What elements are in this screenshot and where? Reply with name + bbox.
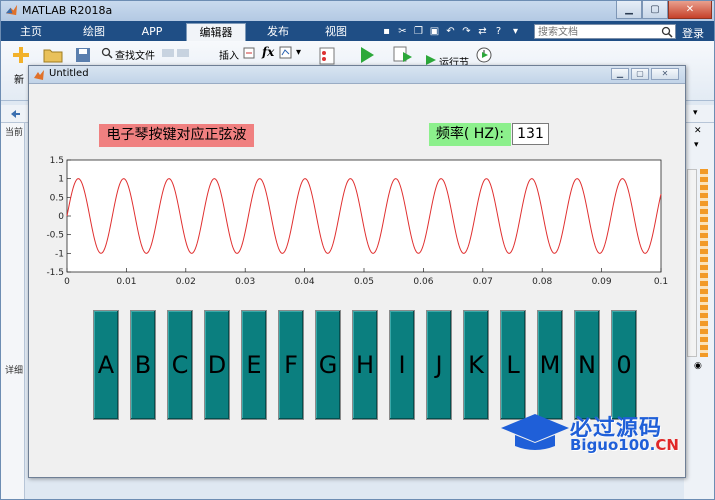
login-link[interactable]: 登录 <box>682 25 704 41</box>
y-tick-label: 1.5 <box>50 156 64 166</box>
x-tick-label: 0.04 <box>295 277 315 287</box>
watermark-url-cn: CN <box>655 436 679 454</box>
key-button-k[interactable]: K <box>463 310 489 420</box>
fx-icon[interactable]: fx <box>262 45 274 59</box>
open-folder-icon[interactable] <box>43 47 63 63</box>
tab-publish[interactable]: 发布 <box>253 23 303 41</box>
redo-quick-icon[interactable]: ↷ <box>459 24 474 38</box>
graduation-cap-icon <box>501 414 569 442</box>
x-tick-label: 0.09 <box>592 277 612 287</box>
run-advance-icon[interactable] <box>393 46 413 64</box>
key-button-e[interactable]: E <box>241 310 267 420</box>
key-button-j[interactable]: J <box>426 310 452 420</box>
run-and-time-icon[interactable] <box>475 44 493 64</box>
workspace-scrollbar[interactable] <box>687 169 697 357</box>
x-tick-label: 0.1 <box>654 277 668 287</box>
new-file-icon[interactable] <box>11 45 31 65</box>
watermark-url: Biguo100.CN <box>570 436 679 454</box>
figure-title: Untitled <box>49 68 89 79</box>
paste-quick-icon[interactable]: ▣ <box>427 24 442 38</box>
x-tick-label: 0.07 <box>473 277 493 287</box>
key-button-f[interactable]: F <box>278 310 304 420</box>
tab-plots[interactable]: 绘图 <box>69 23 119 41</box>
x-tick-label: 0.03 <box>235 277 255 287</box>
maximize-button[interactable]: ▢ <box>642 1 668 19</box>
insert-dropdown-icon[interactable]: ▾ <box>296 47 301 58</box>
app-title: MATLAB R2018a <box>22 4 113 17</box>
compare-icon[interactable] <box>161 47 191 59</box>
figure-title-bar: Untitled ▁ ▢ ✕ <box>29 66 685 84</box>
panel-close-icon[interactable]: ✕ <box>694 126 702 136</box>
key-button-0[interactable]: 0 <box>611 310 637 420</box>
y-tick-label: 0.5 <box>50 193 64 203</box>
run-icon[interactable] <box>359 46 375 64</box>
back-arrow-icon[interactable] <box>9 108 21 120</box>
switch-windows-icon[interactable]: ⇄ <box>475 24 490 38</box>
y-tick-label: -0.5 <box>46 231 64 241</box>
x-tick-label: 0.01 <box>116 277 136 287</box>
search-icon[interactable] <box>661 26 673 38</box>
key-button-b[interactable]: B <box>130 310 156 420</box>
find-files-icon[interactable] <box>101 47 113 59</box>
key-button-g[interactable]: G <box>315 310 341 420</box>
save-quick-icon[interactable]: ▪ <box>379 24 394 38</box>
watermark-url-main: Biguo100. <box>570 436 656 454</box>
key-button-i[interactable]: I <box>389 310 415 420</box>
comment-icon[interactable] <box>279 46 292 59</box>
x-tick-label: 0.06 <box>413 277 433 287</box>
current-folder-label: 当前 <box>5 128 24 138</box>
y-tick-label: -1.5 <box>46 268 64 278</box>
matlab-logo-icon <box>5 4 18 16</box>
y-tick-label: 1 <box>58 175 64 185</box>
insert-section-icon[interactable] <box>243 47 255 59</box>
details-toggle-icon[interactable]: ◉ <box>694 361 702 371</box>
figure-icon <box>34 70 44 80</box>
search-documentation <box>534 24 676 39</box>
breakpoints-icon[interactable] <box>319 47 335 65</box>
plot-area <box>66 159 662 273</box>
key-button-a[interactable]: A <box>93 310 119 420</box>
y-tick-label: -1 <box>55 249 64 259</box>
tab-home[interactable]: 主页 <box>9 23 53 41</box>
close-button[interactable]: ✕ <box>668 1 712 19</box>
search-input[interactable] <box>535 26 659 39</box>
key-button-d[interactable]: D <box>204 310 230 420</box>
y-tick-label: 0 <box>58 212 64 222</box>
key-button-l[interactable]: L <box>500 310 526 420</box>
plot-axes <box>66 159 662 273</box>
panel-menu-icon[interactable]: ▾ <box>694 140 699 150</box>
key-button-m[interactable]: M <box>537 310 563 420</box>
help-dropdown-icon[interactable]: ▾ <box>508 24 523 38</box>
x-tick-label: 0.02 <box>176 277 196 287</box>
tab-apps[interactable]: APP <box>126 23 178 41</box>
x-tick-label: 0 <box>64 277 70 287</box>
key-button-c[interactable]: C <box>167 310 193 420</box>
insert-label[interactable]: 插入 <box>219 47 239 62</box>
details-label: 详细 <box>5 366 24 376</box>
cut-quick-icon[interactable]: ✂ <box>395 24 410 38</box>
current-folder-panel: 当前 详细 <box>1 123 25 499</box>
figure-maximize-button[interactable]: ▢ <box>631 68 649 80</box>
minimize-button[interactable]: ▁ <box>616 1 642 19</box>
tab-editor[interactable]: 编辑器 <box>186 23 246 41</box>
new-label[interactable]: 新 <box>14 71 24 86</box>
key-button-n[interactable]: N <box>574 310 600 420</box>
find-files-label[interactable]: 查找文件 <box>115 47 155 62</box>
copy-quick-icon[interactable]: ❐ <box>411 24 426 38</box>
key-button-h[interactable]: H <box>352 310 378 420</box>
figure-minimize-button[interactable]: ▁ <box>611 68 629 80</box>
folder-dropdown-icon[interactable]: ▾ <box>693 108 698 118</box>
tab-view[interactable]: 视图 <box>309 23 363 41</box>
sine-wave-plot: 0 0.01 0.02 0.03 0.04 0.05 0.06 0.07 0.08 0.09 0.1… <box>46 156 668 287</box>
save-icon[interactable] <box>75 47 91 63</box>
figure-close-button[interactable]: ✕ <box>651 68 679 80</box>
undo-quick-icon[interactable]: ↶ <box>443 24 458 38</box>
editor-change-bar <box>700 169 708 357</box>
x-tick-label: 0.08 <box>532 277 552 287</box>
main-title-bar: MATLAB R2018a ▁ ▢ ✕ <box>1 1 714 21</box>
x-tick-label: 0.05 <box>354 277 374 287</box>
help-quick-icon[interactable]: ? <box>491 24 506 38</box>
